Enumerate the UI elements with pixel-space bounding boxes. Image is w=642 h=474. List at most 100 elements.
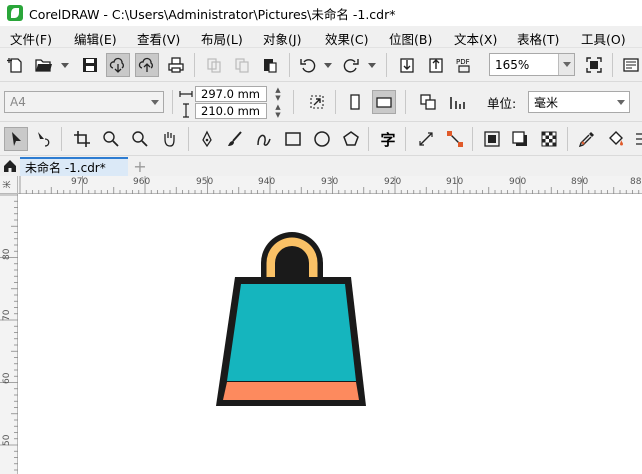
- shopping-bag-illustration[interactable]: [216, 232, 366, 406]
- menu-table[interactable]: 表格(T): [517, 29, 559, 48]
- menu-edit[interactable]: 编辑(E): [74, 29, 117, 48]
- crop-tool[interactable]: [70, 127, 94, 151]
- redo-button[interactable]: [339, 53, 363, 77]
- landscape-button[interactable]: [372, 90, 396, 114]
- polygon-tool[interactable]: [339, 127, 363, 151]
- interactive-fill-tool[interactable]: [604, 127, 628, 151]
- horizontal-ruler[interactable]: 970 960 950 940 930 920 910 900 890 88: [18, 176, 642, 194]
- full-screen-button[interactable]: [582, 53, 606, 77]
- page-size-dropdown-icon[interactable]: [147, 92, 163, 112]
- page-height-increase[interactable]: ▲: [270, 103, 286, 111]
- welcome-screen-tab[interactable]: [0, 156, 20, 176]
- bag-body: [227, 284, 356, 381]
- rectangle-tool[interactable]: [281, 127, 305, 151]
- cut-button[interactable]: [202, 53, 226, 77]
- ellipse-icon: [314, 131, 330, 147]
- new-tab-button[interactable]: +: [128, 157, 152, 176]
- import-button[interactable]: [395, 53, 419, 77]
- publish-pdf-button[interactable]: PDF: [452, 53, 476, 77]
- drawing-canvas[interactable]: [19, 195, 642, 474]
- transparency-tool[interactable]: [537, 127, 561, 151]
- title-bar: CorelDRAW - C:\Users\Administrator\Pictu…: [0, 0, 642, 26]
- menu-text[interactable]: 文本(X): [454, 29, 497, 48]
- paste-icon: [264, 59, 277, 73]
- paste-button[interactable]: [258, 53, 282, 77]
- toolbar-separator: [335, 90, 336, 114]
- zoom-dropdown-icon[interactable]: [558, 54, 574, 75]
- toolbar-separator: [61, 127, 62, 151]
- document-tab-bar: 未命名 -1.cdr* +: [0, 156, 642, 176]
- zoom-out-tool[interactable]: [128, 127, 152, 151]
- application-launcher-button[interactable]: [619, 53, 642, 77]
- contour-tool[interactable]: [480, 127, 504, 151]
- new-document-button[interactable]: [4, 53, 28, 77]
- pen-tool[interactable]: [195, 127, 219, 151]
- text-tool[interactable]: 字: [376, 127, 400, 151]
- copy-button[interactable]: [230, 53, 254, 77]
- tab-document[interactable]: 未命名 -1.cdr*: [20, 157, 128, 176]
- redo-dropdown-icon[interactable]: [368, 63, 376, 68]
- ruler-h-label: 960: [133, 177, 151, 187]
- ruler-h-label: 88: [630, 177, 642, 187]
- zoom-tool[interactable]: [99, 127, 123, 151]
- undo-button[interactable]: [296, 53, 320, 77]
- toolbar-separator: [172, 90, 173, 114]
- eyedropper-tool[interactable]: [575, 127, 599, 151]
- export-cloud-button[interactable]: [135, 53, 159, 77]
- units-dropdown-icon[interactable]: [613, 92, 629, 112]
- landscape-icon: [376, 97, 392, 108]
- all-pages-icon: [420, 94, 436, 110]
- ruler-h-label: 930: [321, 177, 339, 187]
- ruler-h-label: 890: [571, 177, 589, 187]
- open-button[interactable]: [32, 53, 56, 77]
- units-select[interactable]: 毫米: [528, 91, 630, 113]
- page-width-field[interactable]: 297.0 mm: [195, 86, 267, 102]
- all-pages-button[interactable]: [416, 90, 440, 114]
- ellipse-tool[interactable]: [310, 127, 334, 151]
- shape-tool[interactable]: [32, 127, 56, 151]
- ruler-h-label: 910: [446, 177, 464, 187]
- units-value: 毫米: [534, 95, 559, 110]
- undo-dropdown-icon[interactable]: [324, 63, 332, 68]
- current-page-button[interactable]: [445, 90, 469, 114]
- page-height-decrease[interactable]: ▼: [270, 111, 286, 119]
- ruler-origin[interactable]: 米: [0, 176, 18, 194]
- artistic-media-tool[interactable]: [223, 127, 247, 151]
- page-height-field[interactable]: 210.0 mm: [195, 103, 267, 119]
- menu-effects[interactable]: 效果(C): [325, 29, 368, 48]
- connector-tool[interactable]: [443, 127, 467, 151]
- vertical-ruler[interactable]: 80 70 60 50: [0, 194, 18, 474]
- save-button[interactable]: [78, 53, 102, 77]
- pdf-label: PDF: [456, 58, 470, 66]
- page-width-increase[interactable]: ▲: [270, 86, 286, 94]
- pan-tool[interactable]: [157, 127, 181, 151]
- menu-tools[interactable]: 工具(O): [581, 29, 626, 48]
- menu-object[interactable]: 对象(J): [263, 29, 301, 48]
- portrait-button[interactable]: [343, 90, 367, 114]
- parallel-dimension-tool[interactable]: [414, 127, 438, 151]
- export-icon: [429, 58, 443, 73]
- menu-bitmaps[interactable]: 位图(B): [389, 29, 432, 48]
- menu-view[interactable]: 查看(V): [137, 29, 180, 48]
- drop-shadow-tool[interactable]: [508, 127, 532, 151]
- ruler-v-label: 70: [2, 309, 12, 321]
- freehand-tool[interactable]: [252, 127, 276, 151]
- page-size-select[interactable]: A4: [4, 91, 164, 113]
- toolbox: 字: [0, 122, 642, 156]
- open-dropdown-icon[interactable]: [61, 63, 69, 68]
- menu-file[interactable]: 文件(F): [10, 29, 52, 48]
- ruler-v-label: 60: [2, 372, 12, 384]
- connector-icon: [447, 131, 463, 147]
- pick-tool[interactable]: [4, 127, 28, 151]
- zoom-level-field[interactable]: 165%: [489, 53, 575, 76]
- more-tools-button[interactable]: [630, 127, 642, 151]
- import-cloud-button[interactable]: [106, 53, 130, 77]
- shape-tool-icon: [38, 132, 50, 147]
- property-bar: A4 297.0 mm ▲ ▼ 210.0 mm ▲ ▼ 单位: 毫米: [0, 82, 642, 122]
- print-button[interactable]: [164, 53, 188, 77]
- window-title: CorelDRAW - C:\Users\Administrator\Pictu…: [29, 6, 396, 22]
- export-button[interactable]: [424, 53, 448, 77]
- page-width-decrease[interactable]: ▼: [270, 94, 286, 102]
- set-origin-button[interactable]: [305, 90, 329, 114]
- menu-layout[interactable]: 布局(L): [201, 29, 243, 48]
